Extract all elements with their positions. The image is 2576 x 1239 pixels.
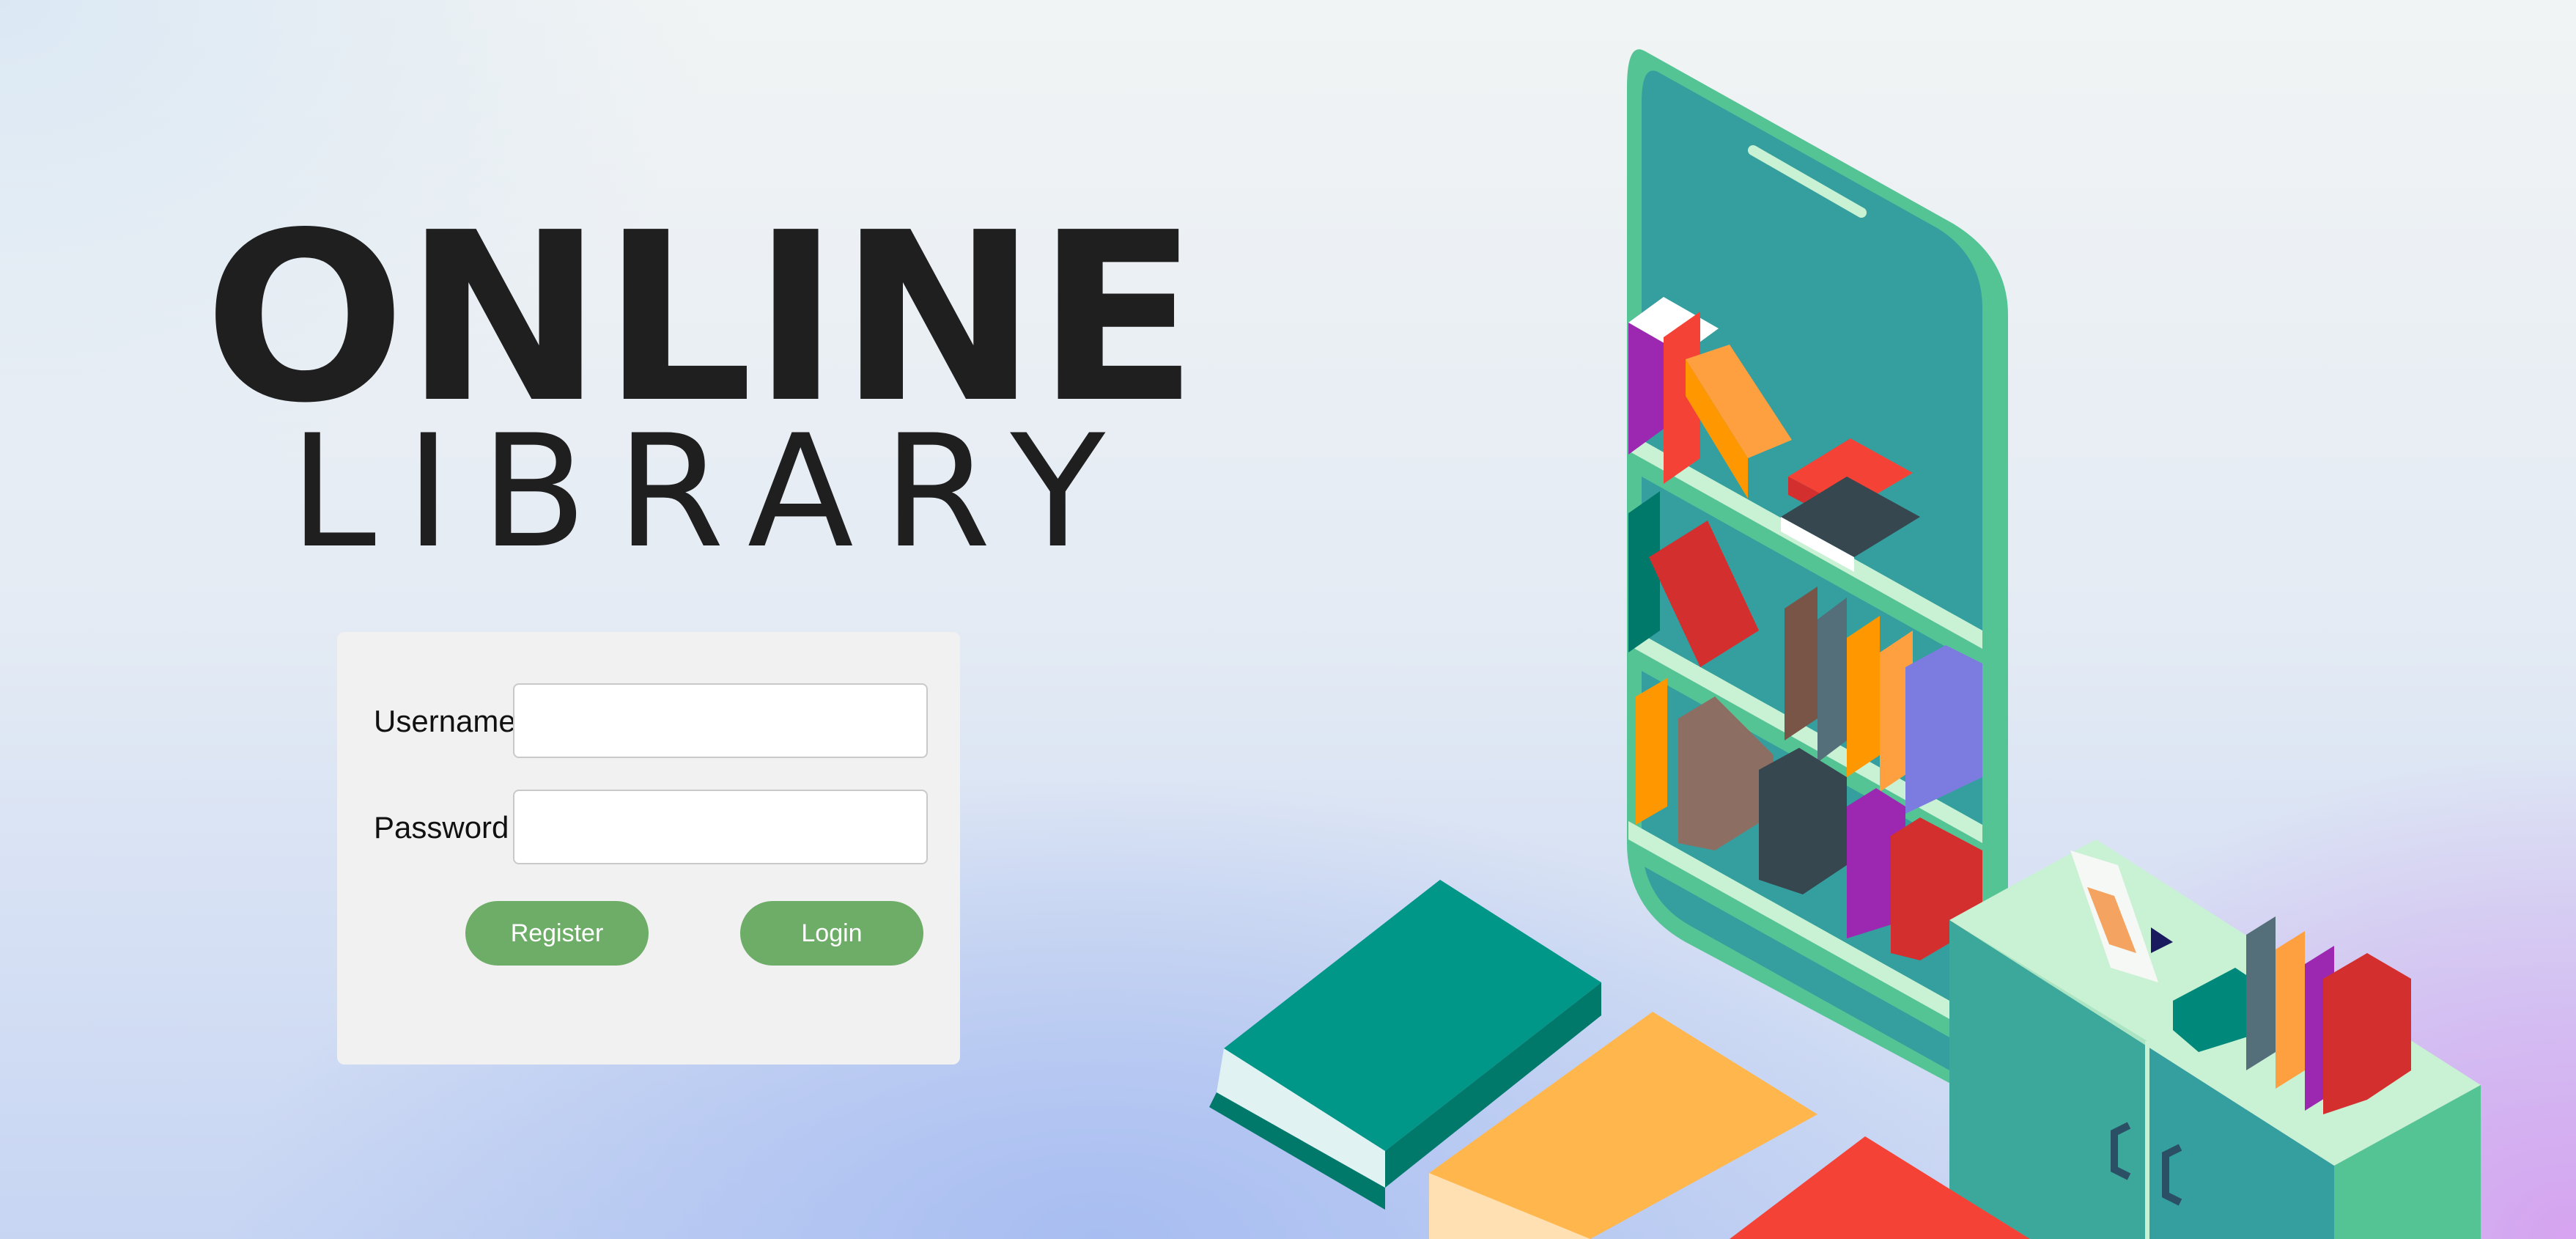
password-input[interactable]: [513, 790, 928, 864]
login-button[interactable]: Login: [740, 901, 923, 966]
password-label: Password: [374, 810, 509, 845]
phone-bookshelf-illustration: [1209, 49, 2481, 1239]
username-row: Username: [374, 683, 945, 758]
register-button[interactable]: Register: [465, 901, 649, 966]
title-online: ONLINE: [204, 183, 1198, 454]
title-library: LIBRARY: [289, 401, 1135, 582]
cabinet-icon: [1949, 839, 2481, 1239]
login-panel: Username Password Register Login: [337, 632, 960, 1065]
password-row: Password: [374, 790, 945, 864]
username-input[interactable]: [513, 683, 928, 758]
username-label: Username: [374, 704, 516, 738]
